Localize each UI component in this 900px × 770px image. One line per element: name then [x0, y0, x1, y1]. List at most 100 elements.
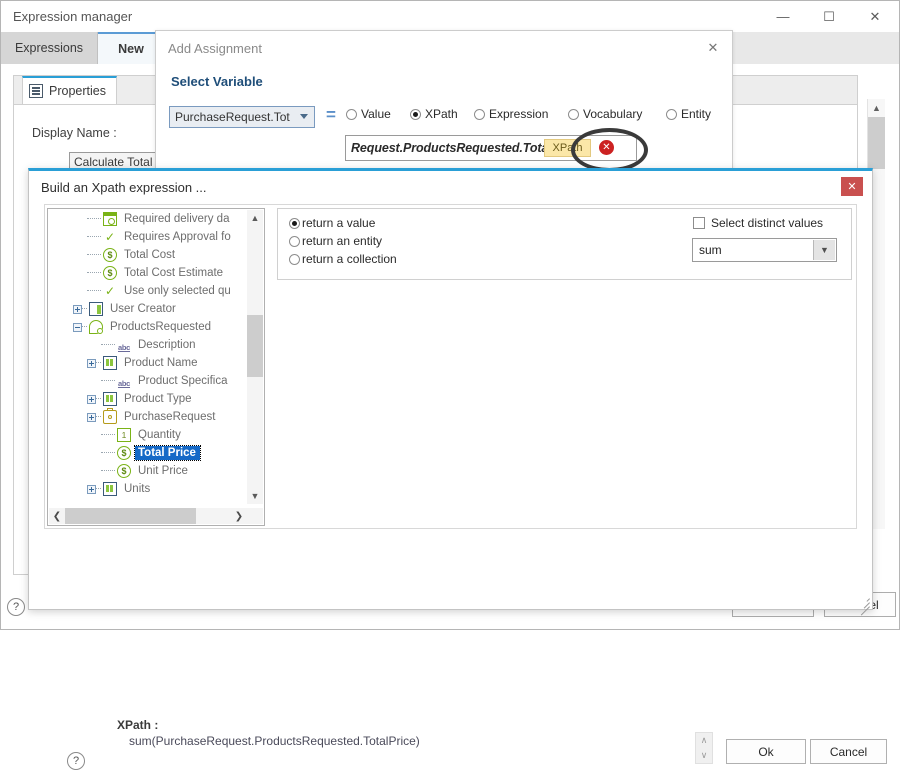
- xpath-result-value: sum(PurchaseRequest.ProductsRequested.To…: [129, 734, 420, 748]
- radio-value-label: Value: [361, 107, 391, 121]
- radio-return-an-entity[interactable]: return an entity: [289, 234, 382, 248]
- select-distinct-values-checkbox[interactable]: Select distinct values: [693, 216, 823, 230]
- expand-icon[interactable]: [87, 358, 96, 368]
- tab-properties[interactable]: Properties: [22, 76, 117, 104]
- tree-item[interactable]: $ Total Price: [49, 444, 249, 462]
- tree-item[interactable]: $ Total Cost Estimate: [49, 264, 249, 282]
- radio-value-indicator: [346, 108, 357, 120]
- chevron-down-icon[interactable]: ▼: [813, 240, 835, 260]
- equals-label: =: [326, 105, 336, 124]
- relation-icon: [89, 320, 103, 334]
- expand-icon[interactable]: [87, 394, 96, 404]
- variable-select[interactable]: PurchaseRequest.Tot: [169, 106, 315, 128]
- enum-icon: [103, 392, 117, 406]
- calendar-icon: [103, 212, 117, 226]
- expand-icon[interactable]: [87, 484, 96, 494]
- scrollbar-thumb[interactable]: [868, 117, 885, 169]
- tree-connector: [101, 434, 115, 436]
- select-variable-label: Select Variable: [171, 74, 263, 89]
- radio-return-a-value-indicator: [289, 217, 300, 229]
- help-icon[interactable]: ?: [7, 598, 25, 616]
- help-icon[interactable]: ?: [67, 752, 85, 770]
- tree-item[interactable]: Product Name: [49, 354, 249, 372]
- scroll-up-icon[interactable]: ▲: [868, 99, 885, 116]
- tree-item[interactable]: ProductsRequested: [49, 318, 249, 336]
- radio-value[interactable]: Value: [346, 107, 391, 121]
- tab-expressions[interactable]: Expressions: [1, 32, 98, 64]
- tree-item[interactable]: PurchaseRequest: [49, 408, 249, 426]
- return-options-panel: return a value return an entity return a…: [277, 208, 852, 280]
- tree-item[interactable]: abc Description: [49, 336, 249, 354]
- currency-icon: $: [117, 446, 131, 460]
- radio-vocabulary-label: Vocabulary: [583, 107, 643, 121]
- function-select-value: sum: [699, 243, 722, 257]
- radio-entity[interactable]: Entity: [666, 107, 711, 121]
- scroll-right-icon[interactable]: ❯: [231, 508, 247, 524]
- tab-properties-label: Properties: [49, 84, 106, 98]
- tree-item-label: Units: [124, 483, 151, 495]
- tree-item-label: ProductsRequested: [110, 321, 212, 333]
- tree-item[interactable]: User Creator: [49, 300, 249, 318]
- tree-item[interactable]: Required delivery da: [49, 210, 249, 228]
- scroll-down-icon[interactable]: ▼: [247, 488, 263, 504]
- tree-item[interactable]: abc Product Specifica: [49, 372, 249, 390]
- tree-vertical-scrollbar[interactable]: ▲ ▼: [247, 210, 263, 504]
- close-icon[interactable]: ✕: [841, 177, 863, 196]
- tree-connector: [87, 290, 101, 292]
- value-stepper[interactable]: ∧ ∨: [695, 732, 713, 764]
- select-distinct-values-label: Select distinct values: [711, 216, 824, 230]
- tree-connector: [87, 218, 101, 220]
- tree-connector: [87, 272, 101, 274]
- build-ok-button[interactable]: Ok: [726, 739, 806, 764]
- tree-item-label: Product Name: [124, 357, 198, 369]
- xpath-result-label: XPath :: [117, 718, 159, 732]
- collapse-icon[interactable]: [73, 322, 82, 332]
- expand-icon[interactable]: [87, 412, 96, 422]
- stepper-down-icon[interactable]: ∨: [696, 748, 712, 763]
- tree-item-label: Product Specifica: [138, 375, 228, 387]
- tree-connector: [82, 308, 87, 310]
- tree-item[interactable]: Product Type: [49, 390, 249, 408]
- close-icon[interactable]: ✕: [852, 1, 898, 32]
- tree-horizontal-scrollbar[interactable]: ❮ ❯: [49, 508, 263, 524]
- radio-return-a-collection[interactable]: return a collection: [289, 252, 397, 266]
- tree-item[interactable]: ✓ Use only selected qu: [49, 282, 249, 300]
- scrollbar-thumb[interactable]: [247, 315, 263, 377]
- tree-connector: [96, 416, 101, 418]
- scrollbar-thumb[interactable]: [65, 508, 196, 524]
- function-select[interactable]: sum ▼: [692, 238, 837, 262]
- stepper-up-icon[interactable]: ∧: [696, 733, 712, 748]
- radio-xpath-label: XPath: [425, 107, 458, 121]
- tree-item[interactable]: 1 Quantity: [49, 426, 249, 444]
- radio-xpath[interactable]: XPath: [410, 107, 458, 121]
- close-icon[interactable]: ✕: [702, 38, 724, 58]
- radio-vocabulary[interactable]: Vocabulary: [568, 107, 642, 121]
- build-cancel-button[interactable]: Cancel: [810, 739, 887, 764]
- boolean-check-icon: ✓: [104, 230, 116, 244]
- radio-entity-indicator: [666, 108, 677, 120]
- expand-icon[interactable]: [73, 304, 82, 314]
- radio-return-a-collection-indicator: [289, 253, 300, 265]
- number-icon: 1: [117, 428, 131, 442]
- radio-return-a-collection-label: return a collection: [302, 252, 397, 266]
- variable-select-value: PurchaseRequest.Tot: [175, 110, 290, 124]
- radio-expression[interactable]: Expression: [474, 107, 548, 121]
- resize-grip[interactable]: [858, 595, 870, 616]
- tree-connector: [101, 344, 115, 346]
- tree-item[interactable]: Units: [49, 480, 249, 498]
- annotation-ellipse: [571, 128, 648, 172]
- scroll-left-icon[interactable]: ❮: [49, 508, 65, 524]
- tree-item[interactable]: $ Total Cost: [49, 246, 249, 264]
- entity-icon: [103, 408, 117, 424]
- minimize-icon[interactable]: —: [760, 1, 806, 32]
- radio-expression-indicator: [474, 108, 485, 120]
- tree-connector: [96, 488, 101, 490]
- tree-item[interactable]: $ Unit Price: [49, 462, 249, 480]
- tree-connector: [101, 452, 115, 454]
- tree-connector: [96, 398, 101, 400]
- boolean-check-icon: ✓: [104, 284, 116, 298]
- maximize-icon[interactable]: ☐: [806, 1, 852, 32]
- radio-return-a-value[interactable]: return a value: [289, 216, 375, 230]
- scroll-up-icon[interactable]: ▲: [247, 210, 263, 226]
- tree-item[interactable]: ✓ Requires Approval fo: [49, 228, 249, 246]
